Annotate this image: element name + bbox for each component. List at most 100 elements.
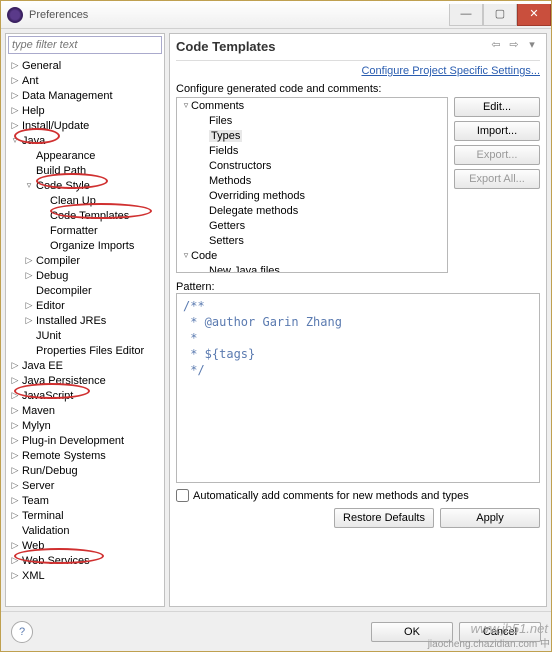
tree-item[interactable]: ▷Data Management	[6, 88, 164, 103]
tree-label: Installed JREs	[34, 315, 106, 327]
tree-label: Mylyn	[20, 420, 51, 432]
twisty-icon: ▷	[24, 255, 34, 266]
twisty-icon: ▷	[10, 480, 20, 491]
template-item[interactable]: Delegate methods	[177, 203, 447, 218]
tree-item[interactable]: ▿Java	[6, 133, 164, 148]
tree-item[interactable]: Formatter	[6, 223, 164, 238]
tree-label: Server	[20, 480, 54, 492]
twisty-icon: ▿	[10, 135, 20, 146]
twisty-icon: ▷	[10, 375, 20, 386]
help-button[interactable]: ?	[11, 621, 33, 643]
template-item[interactable]: Methods	[177, 173, 447, 188]
tree-label: Remote Systems	[20, 450, 106, 462]
export-button[interactable]: Export...	[454, 145, 540, 165]
tree-label: General	[20, 60, 61, 72]
tree-label: Java EE	[20, 360, 63, 372]
twisty-icon: ▷	[24, 300, 34, 311]
template-item[interactable]: Files	[177, 113, 447, 128]
template-item[interactable]: Getters	[177, 218, 447, 233]
pattern-box[interactable]: /** * @author Garin Zhang * * ${tags} */	[176, 293, 540, 483]
tree-label: Java Persistence	[20, 375, 106, 387]
forward-icon[interactable]: ⇨	[506, 38, 522, 54]
export-all-button[interactable]: Export All...	[454, 169, 540, 189]
template-item[interactable]: ▿Comments	[177, 98, 447, 113]
maximize-button[interactable]: ▢	[483, 4, 517, 26]
back-icon[interactable]: ⇦	[488, 38, 504, 54]
edit-button[interactable]: Edit...	[454, 97, 540, 117]
tree-item[interactable]: ▷JavaScript	[6, 388, 164, 403]
tree-label: Team	[20, 495, 49, 507]
preferences-tree[interactable]: ▷General▷Ant▷Data Management▷Help▷Instal…	[6, 56, 164, 606]
tree-label: Web Services	[20, 555, 90, 567]
template-item[interactable]: Setters	[177, 233, 447, 248]
tree-label: Data Management	[20, 90, 113, 102]
tree-item[interactable]: ▷Plug-in Development	[6, 433, 164, 448]
tree-item[interactable]: ▷Maven	[6, 403, 164, 418]
tree-item[interactable]: Build Path	[6, 163, 164, 178]
tree-item[interactable]: ▷Terminal	[6, 508, 164, 523]
template-item[interactable]: Types	[177, 128, 447, 143]
tree-item[interactable]: Clean Up	[6, 193, 164, 208]
tree-item[interactable]: Organize Imports	[6, 238, 164, 253]
minimize-button[interactable]: —	[449, 4, 483, 26]
tree-item[interactable]: ▷Install/Update	[6, 118, 164, 133]
tree-label: Clean Up	[48, 195, 96, 207]
templates-tree[interactable]: ▿Comments FilesTypes Fields ConstructorsMet…	[176, 97, 448, 273]
template-item[interactable]: New Java files	[177, 263, 447, 273]
tree-item[interactable]: ▷Editor	[6, 298, 164, 313]
template-label: Fields	[209, 145, 238, 157]
tree-item[interactable]: ▷Compiler	[6, 253, 164, 268]
tree-item[interactable]: Properties Files Editor	[6, 343, 164, 358]
twisty-icon: ▷	[10, 555, 20, 566]
tree-item[interactable]: ▷Remote Systems	[6, 448, 164, 463]
template-label: Setters	[209, 235, 244, 247]
twisty-icon: ▿	[181, 250, 191, 261]
tree-item[interactable]: Appearance	[6, 148, 164, 163]
twisty-icon: ▷	[24, 315, 34, 326]
tree-item[interactable]: JUnit	[6, 328, 164, 343]
twisty-icon: ▷	[10, 465, 20, 476]
tree-item[interactable]: ▷Team	[6, 493, 164, 508]
titlebar[interactable]: Preferences — ▢ ✕	[1, 1, 551, 29]
tree-item[interactable]: ▷Server	[6, 478, 164, 493]
tree-label: Decompiler	[34, 285, 92, 297]
restore-defaults-button[interactable]: Restore Defaults	[334, 508, 434, 528]
menu-icon[interactable]: ▾	[524, 38, 540, 54]
tree-item[interactable]: Code Templates	[6, 208, 164, 223]
template-item[interactable]: ▿Code	[177, 248, 447, 263]
tree-item[interactable]: Decompiler	[6, 283, 164, 298]
template-item[interactable]: Fields	[177, 143, 447, 158]
tree-item[interactable]: ▿Code Style	[6, 178, 164, 193]
tree-item[interactable]: ▷Web	[6, 538, 164, 553]
tree-label: Install/Update	[20, 120, 89, 132]
template-label: Constructors	[209, 160, 271, 172]
right-panel: Code Templates ⇦ ⇨ ▾ Configure Project S…	[169, 33, 547, 607]
tree-item[interactable]: ▷XML	[6, 568, 164, 583]
auto-comments-checkbox[interactable]	[176, 489, 189, 502]
twisty-icon: ▷	[10, 120, 20, 131]
apply-button[interactable]: Apply	[440, 508, 540, 528]
filter-input[interactable]	[8, 36, 162, 54]
tree-item[interactable]: ▷General	[6, 58, 164, 73]
tree-item[interactable]: ▷Help	[6, 103, 164, 118]
tree-item[interactable]: ▷Debug	[6, 268, 164, 283]
tree-label: Editor	[34, 300, 65, 312]
project-settings-link[interactable]: Configure Project Specific Settings...	[176, 65, 540, 77]
tree-item[interactable]: ▷Web Services	[6, 553, 164, 568]
tree-item[interactable]: Validation	[6, 523, 164, 538]
close-button[interactable]: ✕	[517, 4, 551, 26]
tree-item[interactable]: ▷Java Persistence	[6, 373, 164, 388]
tree-item[interactable]: ▷Java EE	[6, 358, 164, 373]
tree-item[interactable]: ▷Ant	[6, 73, 164, 88]
tree-item[interactable]: ▷Mylyn	[6, 418, 164, 433]
page-title: Code Templates	[176, 39, 488, 54]
template-item[interactable]: Constructors	[177, 158, 447, 173]
template-label: Files	[209, 115, 232, 127]
twisty-icon: ▿	[24, 180, 34, 191]
tree-item[interactable]: ▷Run/Debug	[6, 463, 164, 478]
tree-label: Appearance	[34, 150, 95, 162]
import-button[interactable]: Import...	[454, 121, 540, 141]
template-item[interactable]: Overriding methods	[177, 188, 447, 203]
tree-label: Maven	[20, 405, 55, 417]
tree-item[interactable]: ▷Installed JREs	[6, 313, 164, 328]
